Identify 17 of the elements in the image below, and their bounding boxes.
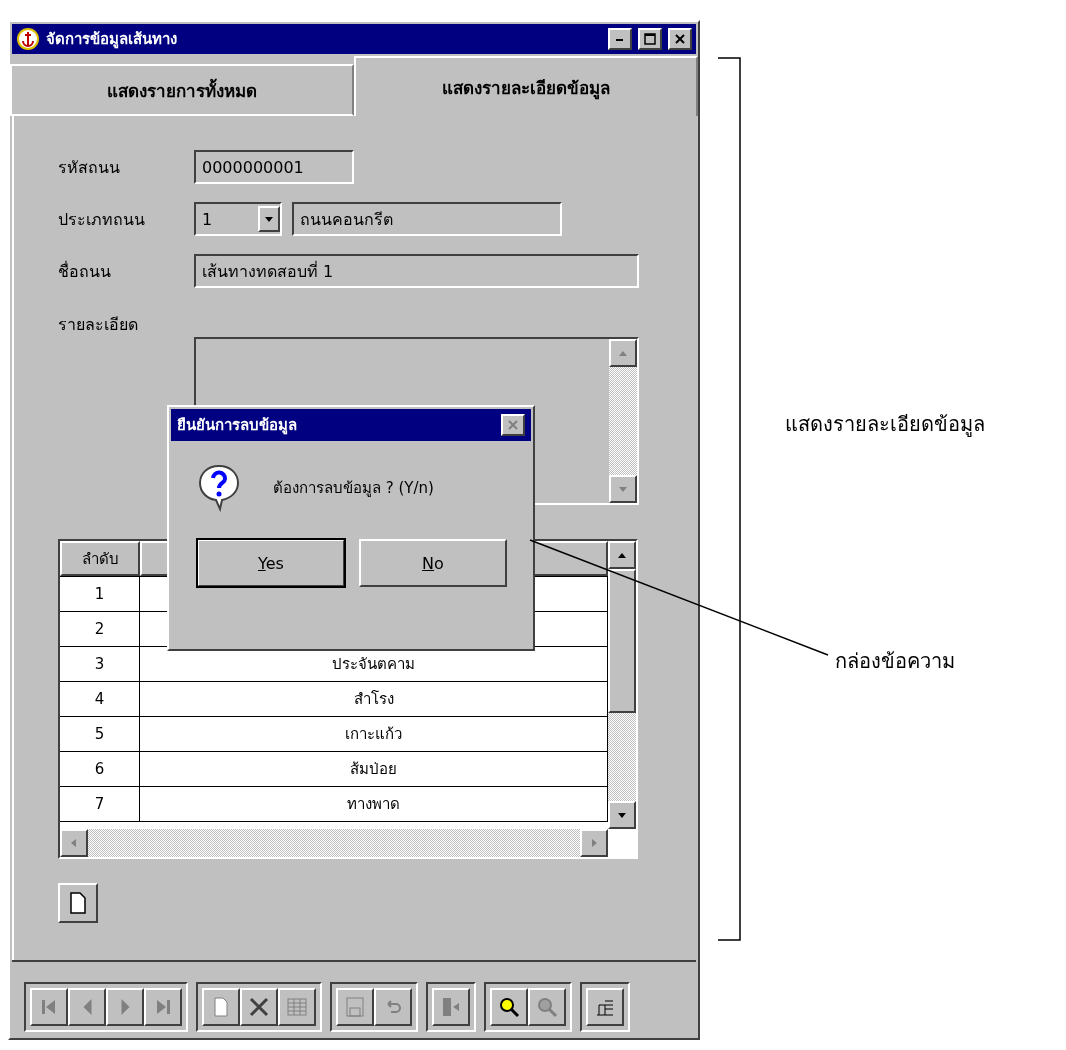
field-label: ประเภทถนน: [58, 208, 146, 231]
dialog-message: ต้องการลบข้อมูล ? (Y/n): [273, 478, 434, 499]
dialog-title: ยืนยันการลบข้อมูล: [177, 415, 298, 437]
field-label: รายละเอียด: [58, 314, 139, 336]
field-label: รหัสถนน: [58, 156, 121, 179]
annotation-label: กล่องข้อความ: [835, 648, 955, 675]
annotation-label: แสดงรายละเอียดข้อมูล: [785, 411, 985, 439]
window-title: จัดการข้อมูลเส้นทาง: [46, 29, 178, 51]
field-label: ชื่อถนน: [58, 260, 112, 283]
table-cell: 5: [60, 717, 140, 751]
table-cell: 4: [60, 682, 140, 716]
table-cell: 1: [60, 577, 140, 611]
table-cell: 6: [60, 752, 140, 786]
column-header: ลำดับ: [60, 541, 140, 576]
table-cell: 7: [60, 787, 140, 821]
table-cell: 2: [60, 612, 140, 646]
table-cell: 3: [60, 647, 140, 681]
